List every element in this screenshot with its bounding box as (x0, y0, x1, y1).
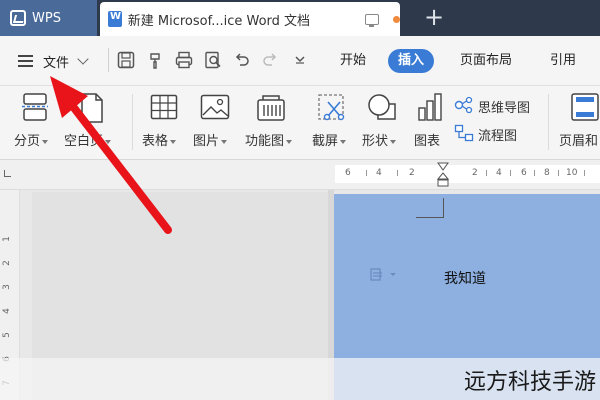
print-icon[interactable] (174, 50, 194, 70)
header-footer-label: 页眉和 (559, 134, 599, 149)
new-tab-button[interactable]: + (420, 4, 448, 32)
unsaved-indicator-icon (393, 15, 400, 23)
mind-map-label: 思维导图 (478, 101, 531, 116)
mind-map-icon (454, 96, 473, 114)
document-body-text[interactable]: 我知道 (444, 268, 486, 288)
paste-options-icon[interactable] (370, 268, 398, 282)
file-menu-button[interactable]: 文件 (18, 50, 89, 72)
screenshot-icon (318, 94, 345, 121)
picture-icon (200, 94, 230, 120)
ruler-scale (335, 165, 600, 183)
ruler-mark: 10 (566, 168, 578, 178)
ruler-mark: 2 (472, 168, 478, 178)
margin-corner-mark (416, 198, 444, 218)
ruler-mark: 4 (376, 168, 382, 178)
flowchart-icon (454, 124, 474, 142)
tab-insert[interactable]: 插入 (388, 49, 435, 73)
ruler-mark: 6 (521, 168, 527, 178)
save-icon[interactable] (116, 50, 136, 70)
file-menu-label: 文件 (43, 55, 70, 71)
monitor-icon[interactable] (365, 13, 380, 27)
title-bar: WPS 新建 Microsof...ice Word 文档 + (0, 0, 600, 36)
ruler-mark: 2 (409, 168, 415, 178)
document-tab-title: 新建 Microsof...ice Word 文档 (127, 13, 311, 29)
hamburger-icon (18, 55, 33, 67)
indent-marker-icon[interactable] (437, 162, 449, 188)
shape-icon (368, 94, 396, 120)
ruler-mark: 6 (345, 168, 351, 178)
chart-label: 图表 (414, 134, 441, 149)
tab-page-layout[interactable]: 页面布局 (450, 49, 522, 73)
ruler-tick (534, 170, 535, 176)
ruler-mark: 5 (1, 332, 12, 338)
watermark-text: 远方科技手游 (463, 370, 596, 395)
chevron-down-icon (77, 53, 89, 65)
document-tab[interactable]: 新建 Microsof...ice Word 文档 (100, 2, 400, 36)
ruler-tick (397, 170, 398, 176)
format-painter-icon[interactable] (146, 50, 166, 70)
ruler-mark: 4 (496, 168, 502, 178)
print-preview-icon[interactable] (203, 50, 223, 70)
ruler-tick (584, 170, 585, 176)
wps-logo-icon (10, 10, 26, 26)
tab-start[interactable]: 开始 (330, 49, 376, 73)
flowchart-label: 流程图 (478, 129, 518, 144)
ruler-tick (510, 170, 511, 176)
header-footer-icon (571, 93, 599, 121)
word-document-icon (108, 11, 122, 27)
redo-icon[interactable] (260, 50, 280, 70)
chart-icon (418, 93, 442, 121)
ruler-tick (366, 170, 367, 176)
ruler-mark: 4 (1, 308, 12, 314)
ruler-mark: 3 (1, 284, 12, 290)
page-break-label: 分页 (14, 134, 41, 149)
more-icon[interactable] (290, 50, 310, 70)
picture-label: 图片 (193, 134, 220, 149)
dropdown-caret-icon (390, 139, 397, 144)
tab-references[interactable]: 引用 (540, 49, 586, 73)
function-chart-icon (257, 95, 285, 121)
red-arrow-annotation-icon (50, 76, 172, 234)
ruler-mark: 8 (544, 168, 550, 178)
function-chart-label: 功能图 (245, 134, 285, 149)
dropdown-caret-icon (286, 139, 293, 144)
menu-divider (108, 48, 109, 72)
dropdown-caret-icon (221, 139, 228, 144)
app-name: WPS (32, 10, 61, 26)
undo-icon[interactable] (232, 50, 252, 70)
ruler-tick (486, 170, 487, 176)
tab-stop-icon[interactable] (4, 170, 11, 177)
ribbon-divider (548, 94, 549, 150)
dropdown-caret-icon (340, 139, 347, 144)
ruler-mark: 1 (1, 236, 12, 242)
ruler-tick (558, 170, 559, 176)
screenshot-label: 截屏 (312, 134, 339, 149)
shape-label: 形状 (362, 134, 389, 149)
ruler-mark: 2 (1, 260, 12, 266)
wps-home-tab[interactable]: WPS (0, 0, 97, 36)
